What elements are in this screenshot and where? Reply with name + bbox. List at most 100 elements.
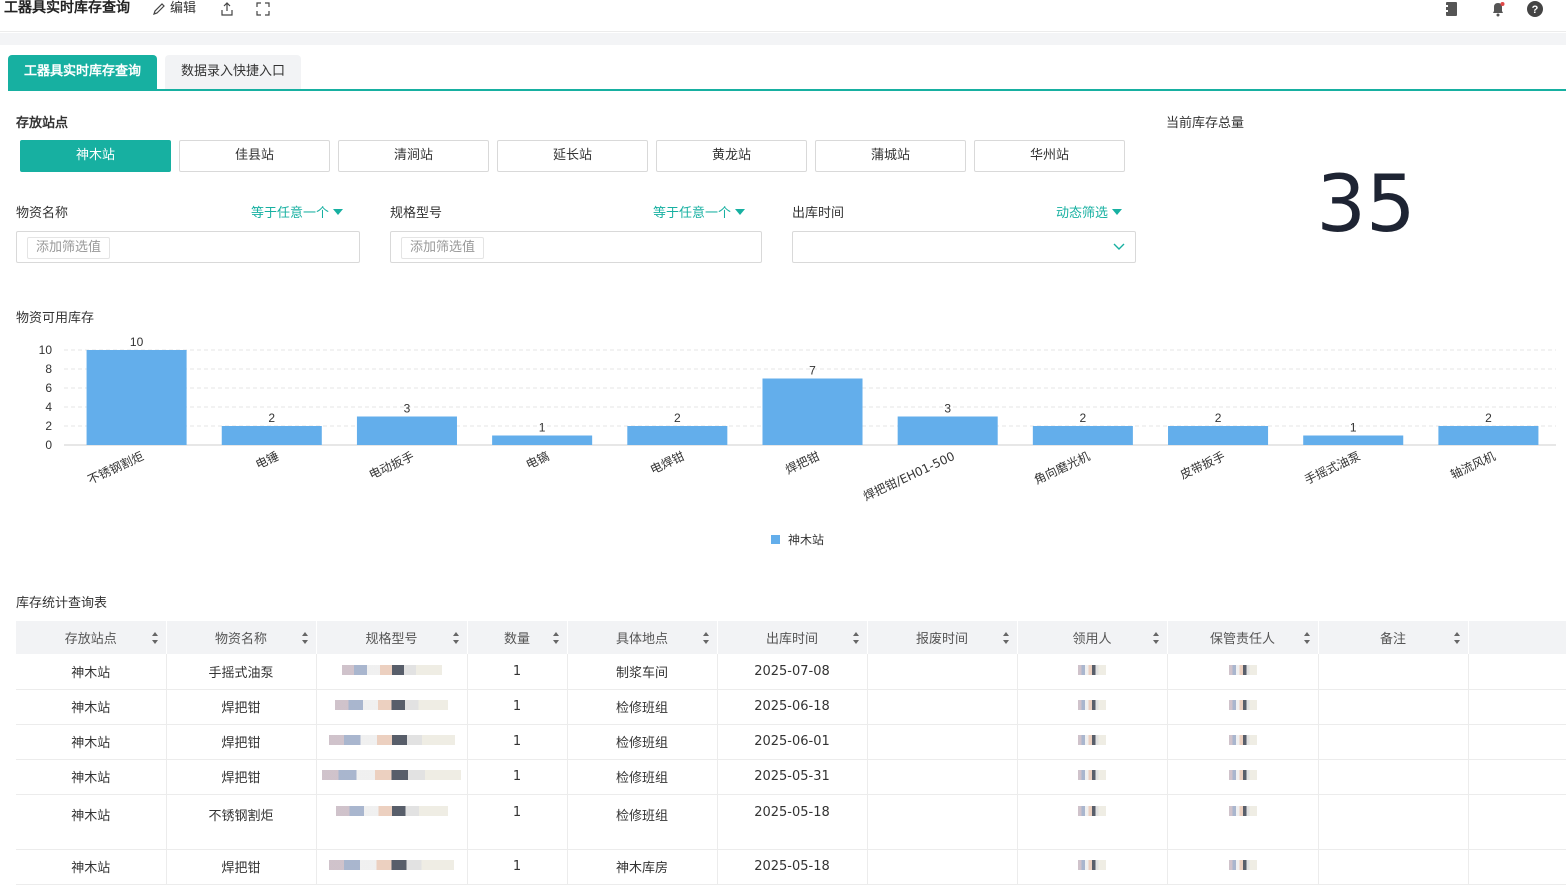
table-title: 库存统计查询表 bbox=[16, 596, 108, 611]
share-icon[interactable] bbox=[218, 0, 236, 18]
spec-filter-input[interactable]: 添加筛选值 bbox=[390, 231, 762, 263]
station-filter-label: 存放站点 bbox=[16, 116, 69, 131]
station-button-pucheng[interactable]: 蒲城站 bbox=[815, 140, 966, 172]
cell-custodian bbox=[1167, 759, 1319, 795]
legend-swatch bbox=[771, 535, 780, 544]
sort-icon[interactable] bbox=[301, 632, 308, 644]
bar-value-label: 2 bbox=[1215, 411, 1222, 425]
station-button-shenmu[interactable]: 神木站 bbox=[20, 140, 171, 172]
caret-down-icon bbox=[333, 208, 344, 215]
cell-scrap-time bbox=[867, 849, 1018, 885]
bell-icon[interactable] bbox=[1489, 0, 1507, 18]
column-header[interactable]: 报废时间 bbox=[867, 621, 1018, 654]
cell-out-time: 2025-05-31 bbox=[717, 759, 868, 795]
y-tick-label: 4 bbox=[45, 400, 52, 414]
sort-icon[interactable] bbox=[1303, 632, 1310, 644]
sort-icon[interactable] bbox=[1152, 632, 1159, 644]
material-filter-mode[interactable]: 等于任意一个 bbox=[251, 202, 344, 221]
edit-label: 编辑 bbox=[170, 1, 197, 16]
column-header[interactable]: 规格型号 bbox=[316, 621, 468, 654]
column-header[interactable]: 备注 bbox=[1318, 621, 1469, 654]
material-filter-input[interactable]: 添加筛选值 bbox=[16, 231, 360, 263]
cell-recipient bbox=[1017, 759, 1168, 795]
sort-icon[interactable] bbox=[452, 632, 459, 644]
tab-data-entry[interactable]: 数据录入快捷入口 bbox=[165, 55, 302, 89]
sort-icon[interactable] bbox=[151, 632, 158, 644]
sort-icon[interactable] bbox=[702, 632, 709, 644]
redacted-value bbox=[1228, 664, 1257, 675]
table-row[interactable]: 神木站 焊把钳 1 神木库房 2025-05-18 bbox=[16, 849, 1566, 885]
outtime-filter-mode[interactable]: 动态筛选 bbox=[1056, 202, 1123, 221]
cell-scrap-time bbox=[867, 794, 1018, 850]
table-header-row: 存放站点 物资名称 规格型号 数量 具体地点 出库时间 报废时间 领用人 保管责… bbox=[16, 621, 1566, 654]
column-header-label: 报废时间 bbox=[915, 632, 968, 647]
cell-remark bbox=[1318, 759, 1469, 795]
x-tick-label: 皮带扳手 bbox=[1178, 449, 1227, 482]
cell-out-time: 2025-07-08 bbox=[717, 654, 868, 690]
inventory-table: 存放站点 物资名称 规格型号 数量 具体地点 出库时间 报废时间 领用人 保管责… bbox=[16, 621, 1566, 885]
table-row[interactable]: 神木站 手摇式油泵 1 制浆车间 2025-07-08 bbox=[16, 654, 1566, 690]
column-header[interactable]: 具体地点 bbox=[567, 621, 718, 654]
tab-inventory-query[interactable]: 工器具实时库存查询 bbox=[8, 55, 158, 89]
column-header[interactable]: 物资名称 bbox=[166, 621, 317, 654]
cell-spec bbox=[316, 759, 468, 795]
y-tick-label: 2 bbox=[45, 419, 52, 433]
outtime-filter-select[interactable] bbox=[792, 231, 1136, 263]
station-button-huazhou[interactable]: 华州站 bbox=[974, 140, 1125, 172]
cell-spec bbox=[316, 689, 468, 725]
column-header-label: 规格型号 bbox=[365, 632, 418, 647]
sort-icon[interactable] bbox=[1002, 632, 1009, 644]
fullscreen-icon[interactable] bbox=[254, 0, 272, 18]
help-icon[interactable]: ? bbox=[1526, 0, 1544, 18]
cell-spec bbox=[316, 794, 468, 850]
column-header-label: 保管责任人 bbox=[1209, 632, 1275, 647]
bar-value-label: 3 bbox=[404, 402, 411, 416]
column-header[interactable]: 存放站点 bbox=[16, 621, 167, 654]
sort-icon[interactable] bbox=[1453, 632, 1460, 644]
svg-text:?: ? bbox=[1532, 4, 1539, 16]
cell-location: 检修班组 bbox=[567, 794, 718, 850]
cell-material-name: 焊把钳 bbox=[166, 689, 317, 725]
cell-recipient bbox=[1017, 849, 1168, 885]
cell-remark bbox=[1318, 654, 1469, 690]
notebook-icon[interactable] bbox=[1442, 0, 1460, 18]
cell-quantity: 1 bbox=[467, 689, 568, 725]
caret-down-icon bbox=[735, 208, 746, 215]
table-row[interactable]: 神木站 不锈钢割炬 1 检修班组 2025-05-18 bbox=[16, 794, 1566, 850]
station-button-yanchang[interactable]: 延长站 bbox=[497, 140, 648, 172]
column-header-label: 备注 bbox=[1379, 632, 1406, 647]
edit-button[interactable]: 编辑 bbox=[152, 0, 196, 17]
table-row[interactable]: 神木站 焊把钳 1 检修班组 2025-06-18 bbox=[16, 689, 1566, 725]
bar bbox=[762, 378, 863, 445]
stock-bar-chart: 0 2 4 6 8 10 10 不锈钢割炬 2 电锤 3 电动扳手 1 电镐 2 电焊钳 7 焊把钳 3 焊把钳/EH… bbox=[39, 335, 1556, 547]
station-button-qingjian[interactable]: 清涧站 bbox=[338, 140, 489, 172]
tab-underline bbox=[8, 89, 1566, 91]
cell-quantity: 1 bbox=[467, 794, 568, 850]
cell-scrap-time bbox=[867, 654, 1018, 690]
column-header-label: 存放站点 bbox=[64, 632, 117, 647]
tab-bar: 工器具实时库存查询 数据录入快捷入口 bbox=[8, 55, 302, 89]
column-header[interactable]: 出库时间 bbox=[717, 621, 868, 654]
bar bbox=[356, 416, 457, 445]
column-header-label: 出库时间 bbox=[765, 632, 818, 647]
station-button-huanglong[interactable]: 黄龙站 bbox=[656, 140, 807, 172]
table-row[interactable]: 神木站 焊把钳 1 检修班组 2025-06-01 bbox=[16, 724, 1566, 760]
sort-icon[interactable] bbox=[852, 632, 859, 644]
redacted-value bbox=[328, 735, 455, 745]
cell-blank bbox=[1468, 654, 1566, 690]
header-divider bbox=[0, 33, 1566, 45]
spec-filter-mode[interactable]: 等于任意一个 bbox=[653, 202, 746, 221]
cell-location: 神木库房 bbox=[567, 849, 718, 885]
spec-filter-label: 规格型号 bbox=[390, 206, 443, 221]
station-button-jiaxian[interactable]: 佳县站 bbox=[179, 140, 330, 172]
column-header[interactable]: 领用人 bbox=[1017, 621, 1168, 654]
sort-icon[interactable] bbox=[552, 632, 559, 644]
redacted-value bbox=[1078, 770, 1106, 780]
column-header[interactable]: 数量 bbox=[467, 621, 568, 654]
column-header[interactable]: 保管责任人 bbox=[1167, 621, 1319, 654]
spec-filter-chip[interactable]: 添加筛选值 bbox=[401, 237, 485, 259]
table-row[interactable]: 神木站 焊把钳 1 检修班组 2025-05-31 bbox=[16, 759, 1566, 795]
cell-quantity: 1 bbox=[467, 759, 568, 795]
material-filter-chip[interactable]: 添加筛选值 bbox=[27, 237, 111, 259]
cell-scrap-time bbox=[867, 724, 1018, 760]
